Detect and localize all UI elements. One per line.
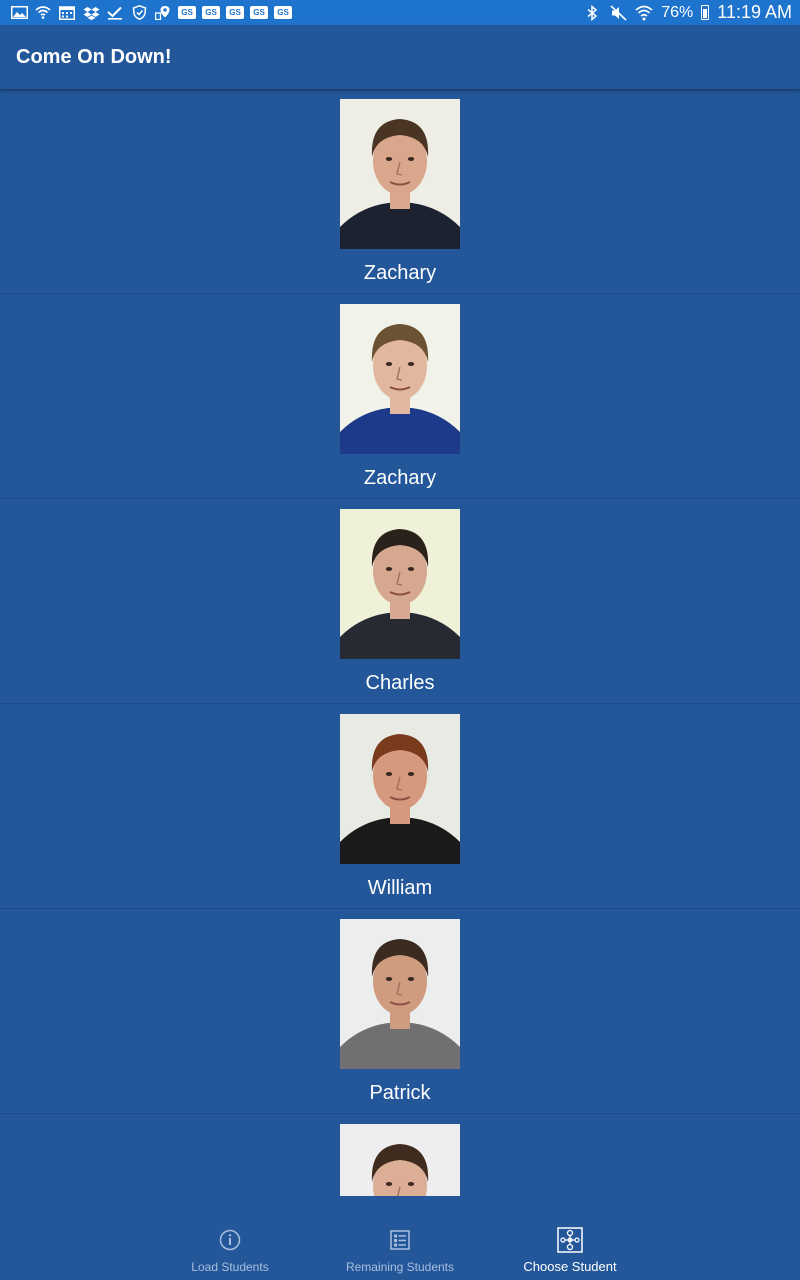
tab-label: Remaining Students bbox=[345, 1260, 455, 1274]
student-name: Charles bbox=[365, 672, 435, 694]
gs-badge-icon: GS bbox=[250, 6, 268, 19]
battery-percentage: 76% bbox=[661, 3, 694, 21]
info-icon bbox=[219, 1228, 241, 1252]
tab-remaining-students[interactable]: Remaining Students bbox=[315, 1196, 485, 1280]
wifi-signal-icon bbox=[635, 5, 653, 20]
clock: 11:19 AM bbox=[717, 2, 792, 22]
page-title: Come On Down! bbox=[16, 45, 172, 68]
tab-label: Choose Student bbox=[523, 1259, 617, 1274]
bottom-navigation: Load Students Remaining Students Choose … bbox=[0, 1196, 800, 1280]
check-icon bbox=[106, 5, 124, 20]
student-list-item[interactable] bbox=[0, 1114, 800, 1196]
student-list-item[interactable]: Zachary bbox=[0, 89, 800, 294]
wifi-icon bbox=[34, 5, 52, 20]
dropbox-icon bbox=[82, 5, 100, 20]
system-status: 76% 11:19 AM bbox=[583, 2, 792, 23]
notification-icons: GS GS GS GS GS bbox=[10, 5, 292, 20]
student-photo bbox=[340, 714, 460, 864]
student-name: William bbox=[367, 877, 433, 899]
student-photo bbox=[340, 509, 460, 659]
bluetooth-icon bbox=[583, 4, 601, 21]
status-bar: GS GS GS GS GS 76% 11:19 AM bbox=[0, 0, 800, 25]
battery-icon bbox=[701, 5, 710, 20]
gs-badge-icon: GS bbox=[226, 6, 244, 19]
choose-student-icon bbox=[557, 1227, 583, 1253]
tab-load-students[interactable]: Load Students bbox=[145, 1196, 315, 1280]
mute-icon bbox=[609, 4, 627, 21]
student-photo bbox=[340, 919, 460, 1069]
shield-icon bbox=[130, 5, 148, 20]
tab-label: Load Students bbox=[191, 1260, 269, 1274]
student-name: Zachary bbox=[363, 467, 437, 489]
student-list-item[interactable]: Patrick bbox=[0, 909, 800, 1114]
gs-badge-icon: GS bbox=[274, 6, 292, 19]
list-icon bbox=[390, 1228, 410, 1252]
gs-badge-icon: GS bbox=[202, 6, 220, 19]
student-list-item[interactable]: William bbox=[0, 704, 800, 909]
student-list-item[interactable]: Charles bbox=[0, 499, 800, 704]
student-photo bbox=[340, 1124, 460, 1196]
calendar-icon bbox=[58, 5, 76, 20]
student-name: Zachary bbox=[363, 262, 437, 284]
location-icon bbox=[154, 5, 172, 20]
app-bar: Come On Down! bbox=[0, 25, 800, 89]
student-list[interactable]: Zachary Zachary Charles William Patrick bbox=[0, 89, 800, 1196]
tab-choose-student[interactable]: Choose Student bbox=[485, 1196, 655, 1280]
student-list-item[interactable]: Zachary bbox=[0, 294, 800, 499]
image-icon bbox=[10, 5, 28, 20]
student-photo bbox=[340, 99, 460, 249]
student-photo bbox=[340, 304, 460, 454]
student-name: Patrick bbox=[369, 1082, 431, 1104]
gs-badge-icon: GS bbox=[178, 6, 196, 19]
